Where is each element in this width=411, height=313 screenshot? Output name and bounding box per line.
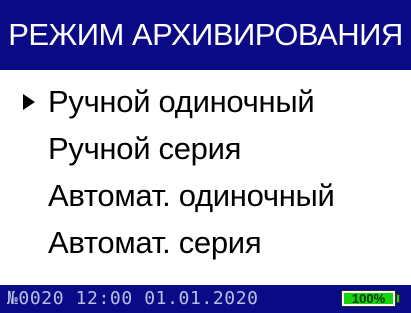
archive-mode-menu: Ручной одиночный Ручной серия Автомат. о… [0, 78, 411, 266]
menu-item-label: Автомат. серия [48, 225, 262, 260]
battery-icon: 100% [341, 290, 396, 307]
screen-title: РЕЖИМ АРХИВИРОВАНИЯ [0, 0, 411, 70]
selection-pointer-icon [23, 94, 35, 110]
menu-item-auto-single[interactable]: Автомат. одиночный [0, 172, 411, 219]
menu-item-manual-single[interactable]: Ручной одиночный [0, 78, 411, 125]
status-record-datetime: №0020 12:00 01.01.2020 [7, 288, 259, 309]
status-bar: №0020 12:00 01.01.2020 100% [0, 285, 411, 313]
menu-item-label: Автомат. одиночный [48, 178, 335, 213]
battery-cap [396, 294, 400, 303]
menu-item-label: Ручной одиночный [48, 84, 315, 119]
menu-item-auto-series[interactable]: Автомат. серия [0, 219, 411, 266]
menu-item-label: Ручной серия [48, 131, 242, 166]
battery-percent: 100% [351, 291, 386, 306]
device-screen: РЕЖИМ АРХИВИРОВАНИЯ Ручной одиночный Руч… [0, 0, 411, 313]
menu-item-manual-series[interactable]: Ручной серия [0, 125, 411, 172]
